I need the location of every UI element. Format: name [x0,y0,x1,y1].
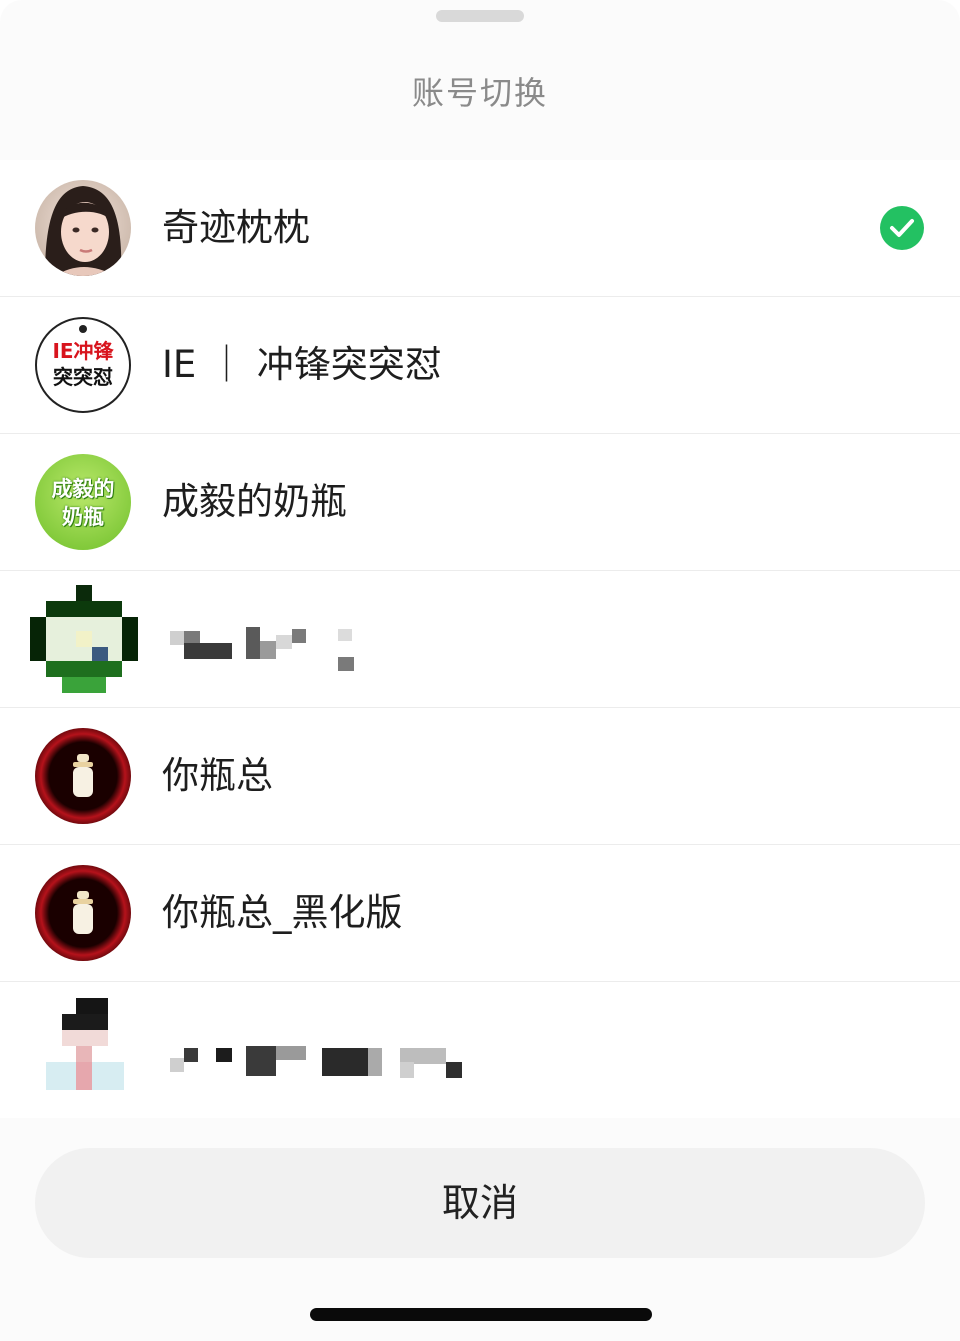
censored-name [162,982,482,1118]
green-badge-avatar: 成毅的 奶瓶 [35,454,131,550]
account-name: 奇迹枕枕 [162,206,310,249]
badge-text-line2: 突突怼 [53,365,113,389]
bottle-avatar [35,728,131,824]
check-circle-icon [880,206,924,250]
account-row[interactable] [0,982,960,1118]
account-name: IE ｜ 冲锋突突怼 [162,343,442,386]
badge-text-line1: IE冲锋 [52,339,114,363]
censored-name [162,571,382,707]
account-name: 你瓶总 [162,754,273,797]
avatar [35,180,131,276]
bottle-avatar [35,865,131,961]
account-name: 你瓶总_黑化版 [162,891,403,934]
badge-text-line2: 奶瓶 [62,505,104,529]
pixelated-avatar [46,998,126,1098]
account-row[interactable] [0,571,960,708]
account-row[interactable]: IE冲锋 突突怼 IE ｜ 冲锋突突怼 [0,297,960,434]
home-indicator[interactable] [310,1308,652,1321]
account-row[interactable]: 你瓶总 [0,708,960,845]
account-row[interactable]: 奇迹枕枕 [0,160,960,297]
pixelated-avatar [30,585,138,693]
drag-handle-icon[interactable] [436,10,524,22]
baby-bottle-icon [73,891,93,934]
sheet-title: 账号切换 [411,74,548,112]
account-list: 奇迹枕枕 IE冲锋 突突怼 IE ｜ 冲锋突突怼 成毅的 奶瓶 成毅的奶瓶 你瓶… [0,160,960,1118]
ie-badge-avatar: IE冲锋 突突怼 [35,317,131,413]
cancel-button[interactable]: 取消 [35,1148,925,1258]
baby-bottle-icon [73,754,93,797]
account-name: 成毅的奶瓶 [162,480,347,523]
account-switch-sheet: 账号切换 奇迹枕枕 IE冲锋 突突怼 IE ｜ 冲锋突突怼 成毅的 奶瓶 成毅的… [0,0,960,1341]
account-row[interactable]: 你瓶总_黑化版 [0,845,960,982]
account-row[interactable]: 成毅的 奶瓶 成毅的奶瓶 [0,434,960,571]
badge-text-line1: 成毅的 [51,477,115,501]
